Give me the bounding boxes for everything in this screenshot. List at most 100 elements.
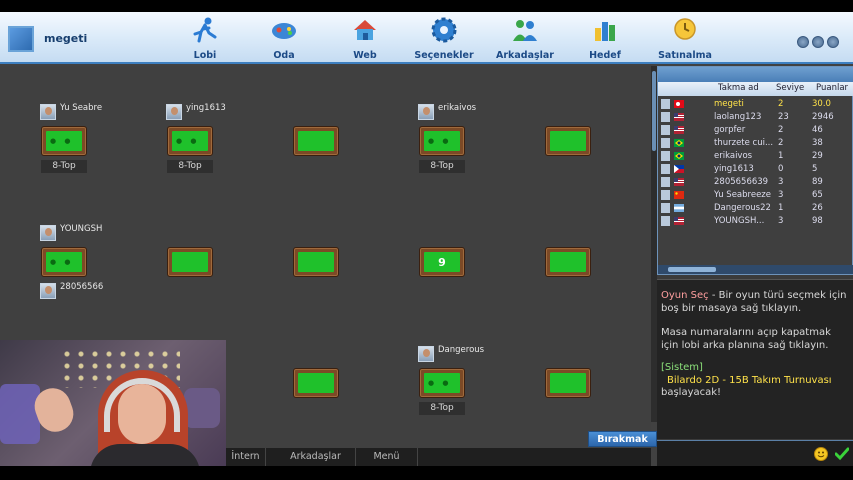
figure-decor bbox=[184, 388, 220, 428]
player-row[interactable]: YOUNGSH... 3 98 bbox=[658, 215, 848, 228]
pool-table[interactable] bbox=[545, 368, 591, 398]
table-felt bbox=[298, 373, 334, 393]
clock-cart-icon bbox=[674, 18, 696, 40]
player-name[interactable]: Dangerous bbox=[438, 345, 484, 355]
avatar bbox=[661, 216, 670, 226]
tab-menu[interactable]: Menü bbox=[356, 448, 418, 466]
leave-button[interactable]: Bırakmak bbox=[588, 431, 657, 447]
player-row[interactable]: gorpfer 2 46 bbox=[658, 124, 848, 137]
avatar bbox=[661, 203, 670, 213]
scrollbar-thumb[interactable] bbox=[652, 71, 656, 151]
player-avatar[interactable] bbox=[166, 104, 182, 120]
pool-table[interactable]: ● ● bbox=[419, 126, 465, 156]
player-avatar[interactable] bbox=[40, 225, 56, 241]
pool-table[interactable]: 9 bbox=[419, 247, 465, 277]
avatar bbox=[661, 99, 670, 109]
chat-input[interactable] bbox=[657, 440, 853, 466]
pool-table[interactable] bbox=[545, 247, 591, 277]
smiley-icon[interactable] bbox=[814, 447, 828, 461]
right-panel: Takma ad Seviye Puanlar megeti 2 30.0 laol… bbox=[657, 66, 853, 466]
pool-table[interactable] bbox=[293, 247, 339, 277]
pool-table[interactable]: ● ● bbox=[41, 247, 87, 277]
player-list-titlebar bbox=[658, 67, 853, 82]
chat-system-message: Bilardo 2D - 15B Takım Turnuvası bbox=[667, 374, 832, 386]
nav-web-button[interactable]: Web bbox=[330, 16, 400, 62]
player-row[interactable]: erikaivos 1 29 bbox=[658, 150, 848, 163]
chat-system-label: [Sistem] bbox=[661, 362, 703, 373]
pool-table[interactable] bbox=[293, 126, 339, 156]
pool-table[interactable]: ● ● bbox=[41, 126, 87, 156]
pool-table[interactable] bbox=[545, 126, 591, 156]
streamer-body bbox=[90, 444, 200, 466]
player-name[interactable]: ying1613 bbox=[186, 103, 226, 113]
nav-arkadaslar-button[interactable]: Arkadaşlar bbox=[490, 16, 560, 62]
table-felt bbox=[550, 131, 586, 151]
puzzle-decor bbox=[0, 384, 40, 444]
nav-satinalma-button[interactable]: Satınalma bbox=[650, 16, 720, 62]
column-level[interactable]: Seviye bbox=[776, 83, 804, 93]
flag-us-icon bbox=[674, 178, 684, 186]
table-number: 9 bbox=[424, 252, 460, 272]
table-felt bbox=[298, 252, 334, 272]
house-icon bbox=[354, 20, 376, 40]
scrollbar-thumb[interactable] bbox=[668, 267, 716, 272]
player-avatar[interactable] bbox=[418, 104, 434, 120]
chat-log: Oyun Seç - Bir oyun türü seçmek için boş… bbox=[657, 279, 853, 439]
avatar bbox=[661, 190, 670, 200]
balls-icon: ● ● bbox=[50, 137, 74, 145]
balls-icon: ● ● bbox=[428, 379, 452, 387]
tab-arkadaslar[interactable]: Arkadaşlar bbox=[276, 448, 356, 466]
player-avatar[interactable] bbox=[418, 346, 434, 362]
minimize-icon[interactable] bbox=[797, 36, 809, 48]
friends-icon bbox=[513, 20, 537, 41]
player-name[interactable]: YOUNGSH bbox=[60, 224, 102, 234]
player-row[interactable]: megeti 2 30.0 bbox=[658, 98, 848, 111]
player-row[interactable]: Dangerous22 1 26 bbox=[658, 202, 848, 215]
pool-table[interactable]: ● ● bbox=[167, 126, 213, 156]
nav-hedef-button[interactable]: Hedef bbox=[570, 16, 640, 62]
player-list-hscrollbar[interactable] bbox=[658, 265, 853, 274]
player-row[interactable]: ying1613 0 5 bbox=[658, 163, 848, 176]
pool-table[interactable]: ● ● bbox=[419, 368, 465, 398]
chat-select-title[interactable]: Oyun Seç bbox=[661, 290, 709, 301]
player-row[interactable]: Yu Seabreeze 3 65 bbox=[658, 189, 848, 202]
bar-chart-icon bbox=[595, 22, 615, 41]
nav-label: Seçenekler bbox=[414, 50, 474, 61]
player-avatar[interactable] bbox=[40, 283, 56, 299]
player-row[interactable]: laolang123 23 2946 bbox=[658, 111, 848, 124]
player-row[interactable]: 2805656639 3 89 bbox=[658, 176, 848, 189]
balls-icon: ● ● bbox=[428, 137, 452, 145]
game-controller-icon bbox=[272, 23, 296, 39]
player-name[interactable]: 28056566 bbox=[60, 282, 103, 292]
flag-br-icon bbox=[674, 152, 684, 160]
column-points[interactable]: Puanlar bbox=[816, 83, 848, 93]
avatar bbox=[661, 164, 670, 174]
avatar bbox=[661, 177, 670, 187]
pool-table[interactable] bbox=[293, 368, 339, 398]
nav-secenekler-button[interactable]: Seçenekler bbox=[409, 16, 479, 62]
running-man-icon bbox=[193, 17, 217, 43]
nav-lobi-button[interactable]: Lobi bbox=[170, 16, 240, 62]
nav-label: Satınalma bbox=[658, 50, 712, 61]
flag-br-icon bbox=[674, 139, 684, 147]
flag-us-icon bbox=[674, 126, 684, 134]
close-icon[interactable] bbox=[827, 36, 839, 48]
tab-intern[interactable]: İntern bbox=[226, 448, 266, 466]
send-check-icon[interactable] bbox=[835, 447, 849, 461]
nav-oda-button[interactable]: Oda bbox=[249, 16, 319, 62]
game-type-label: 8-Top bbox=[419, 402, 465, 415]
settings-icon[interactable] bbox=[812, 36, 824, 48]
username-label: megeti bbox=[44, 32, 88, 45]
nav-label: Arkadaşlar bbox=[496, 50, 554, 61]
nav-label: Lobi bbox=[193, 50, 217, 61]
player-list: Takma ad Seviye Puanlar megeti 2 30.0 laol… bbox=[657, 66, 853, 275]
player-avatar[interactable] bbox=[40, 104, 56, 120]
webcam-overlay bbox=[0, 340, 226, 466]
player-name[interactable]: Yu Seabre bbox=[60, 103, 102, 113]
column-nick[interactable]: Takma ad bbox=[718, 83, 759, 93]
player-row[interactable]: thurzete cui... 2 38 bbox=[658, 137, 848, 150]
flag-ar-icon bbox=[674, 204, 684, 212]
pool-table[interactable] bbox=[167, 247, 213, 277]
flag-us-icon bbox=[674, 217, 684, 225]
player-name[interactable]: erikaivos bbox=[438, 103, 476, 113]
